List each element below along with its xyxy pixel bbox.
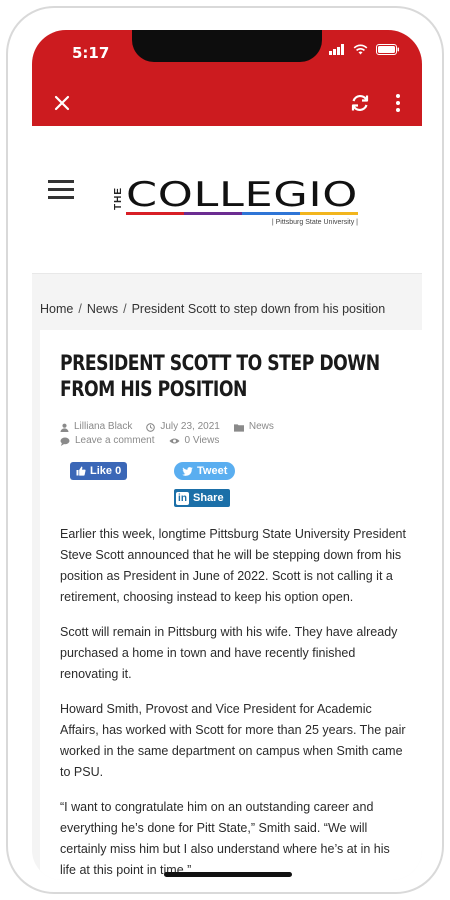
browser-toolbar (32, 80, 422, 126)
article-paragraph: Scott will remain in Pittsburg with his … (60, 625, 398, 681)
meta-category[interactable]: News (233, 420, 274, 434)
refresh-button[interactable] (348, 91, 372, 115)
article-paragraph: Howard Smith, Provost and Vice President… (60, 702, 406, 779)
article-paragraph: Earlier this week, longtime Pittsburg St… (60, 527, 406, 604)
logo-the: THE (113, 187, 124, 210)
battery-icon (376, 44, 399, 55)
close-button[interactable] (50, 91, 74, 115)
eye-icon (168, 438, 180, 444)
thumbs-up-icon (76, 466, 86, 476)
author-name: Lilliana Black (74, 421, 133, 432)
article: PRESIDENT SCOTT TO STEP DOWN FROM HIS PO… (40, 330, 422, 880)
meta-views: 0 Views (168, 434, 220, 448)
breadcrumb-separator: / (123, 302, 127, 316)
facebook-like-button[interactable]: Like 0 (70, 462, 128, 480)
breadcrumb-home[interactable]: Home (40, 302, 73, 316)
notch (132, 30, 322, 62)
phone-screen: 5:17 THE COLLEGIO | Pittsburg State Univ… (32, 30, 422, 880)
logo-name: COLLEGIO (126, 175, 358, 215)
breadcrumb-separator: / (78, 302, 82, 316)
tweet-label: Tweet (197, 465, 228, 477)
phone-frame: 5:17 THE COLLEGIO | Pittsburg State Univ… (6, 6, 444, 894)
category-name: News (248, 421, 274, 432)
share-label: Share (193, 492, 224, 504)
like-label: Like 0 (90, 465, 122, 477)
tweet-button[interactable]: Tweet (174, 462, 236, 480)
meta-comments[interactable]: Leave a comment (60, 434, 155, 448)
status-icons (329, 44, 400, 55)
web-content: THE COLLEGIO | Pittsburg State Universit… (32, 126, 422, 880)
linkedin-share-button[interactable]: in Share (174, 489, 230, 507)
meta-author[interactable]: Lilliana Black (60, 420, 132, 434)
logo-bar-yellow (300, 212, 358, 215)
refresh-icon (351, 94, 369, 112)
comment-icon (60, 436, 70, 446)
logo-tagline: | Pittsburg State University | (272, 219, 358, 226)
article-meta: Lilliana Black July 23, 2021 News Leave … (60, 420, 422, 448)
more-vertical-icon (396, 94, 400, 112)
site-header: THE COLLEGIO | Pittsburg State Universit… (32, 126, 422, 274)
views-count: 0 Views (184, 435, 220, 446)
linkedin-icon: in (176, 491, 189, 505)
comments-link: Leave a comment (75, 435, 155, 446)
more-options-button[interactable] (386, 91, 410, 115)
wifi-icon (353, 44, 368, 55)
clock-icon (146, 422, 156, 432)
publish-date: July 23, 2021 (160, 421, 220, 432)
folder-icon (233, 423, 244, 432)
logo-bar-purple (184, 212, 242, 215)
logo-bar-blue (242, 212, 300, 215)
breadcrumb-news[interactable]: News (87, 302, 118, 316)
close-icon (54, 95, 70, 111)
status-time: 5:17 (72, 44, 110, 62)
user-icon (60, 423, 69, 432)
status-bar: 5:17 (32, 30, 422, 80)
logo-bar-red (126, 212, 184, 215)
article-paragraph: “I want to congratulate him on an outsta… (60, 800, 390, 877)
article-body: Earlier this week, longtime Pittsburg St… (60, 524, 406, 880)
share-buttons: Like 0 Tweet in Share (60, 462, 422, 524)
article-title: PRESIDENT SCOTT TO STEP DOWN FROM HIS PO… (60, 351, 380, 401)
breadcrumb-current: President Scott to step down from his po… (131, 302, 386, 316)
hamburger-menu-icon[interactable] (48, 180, 74, 200)
meta-date: July 23, 2021 (146, 420, 220, 434)
signal-icon (329, 44, 344, 55)
collegio-logo[interactable]: THE COLLEGIO | Pittsburg State Universit… (108, 168, 360, 226)
breadcrumb: Home / News / President Scott to step down f… (40, 292, 418, 326)
twitter-bird-icon (182, 466, 193, 476)
home-indicator[interactable] (164, 872, 292, 877)
